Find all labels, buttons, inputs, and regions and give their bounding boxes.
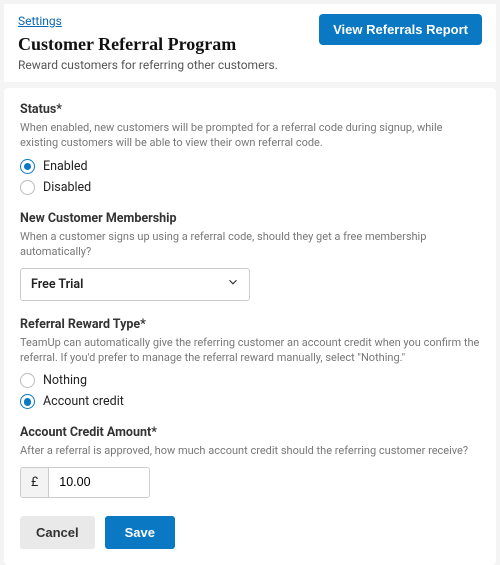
credit-amount-label: Account Credit Amount* [20,425,480,440]
cancel-button[interactable]: Cancel [20,516,95,549]
membership-select-value: Free Trial [20,268,250,301]
reward-option-label: Account credit [43,394,124,409]
page-subtitle: Reward customers for referring other cus… [18,58,278,72]
membership-label: New Customer Membership [20,211,480,226]
radio-icon [20,159,35,174]
status-option-label: Disabled [43,180,91,195]
credit-amount-input[interactable] [49,468,149,497]
status-label: Status* [20,102,480,117]
view-referrals-report-button[interactable]: View Referrals Report [319,14,482,45]
credit-amount-field: £ [20,467,150,498]
membership-help: When a customer signs up using a referra… [20,229,480,260]
reward-type-help: TeamUp can automatically give the referr… [20,335,480,366]
radio-icon [20,373,35,388]
radio-icon [20,394,35,409]
reward-option-nothing[interactable]: Nothing [20,373,480,388]
reward-option-label: Nothing [43,373,87,388]
page-title: Customer Referral Program [18,34,278,55]
membership-select[interactable]: Free Trial [20,268,250,301]
save-button[interactable]: Save [105,516,175,549]
breadcrumb-settings[interactable]: Settings [18,14,62,28]
reward-option-credit[interactable]: Account credit [20,394,480,409]
radio-icon [20,180,35,195]
status-option-enabled[interactable]: Enabled [20,159,480,174]
credit-amount-help: After a referral is approved, how much a… [20,443,480,458]
status-option-disabled[interactable]: Disabled [20,180,480,195]
status-help: When enabled, new customers will be prom… [20,120,480,151]
currency-symbol: £ [21,468,49,497]
reward-type-label: Referral Reward Type* [20,317,480,332]
status-option-label: Enabled [43,159,88,174]
